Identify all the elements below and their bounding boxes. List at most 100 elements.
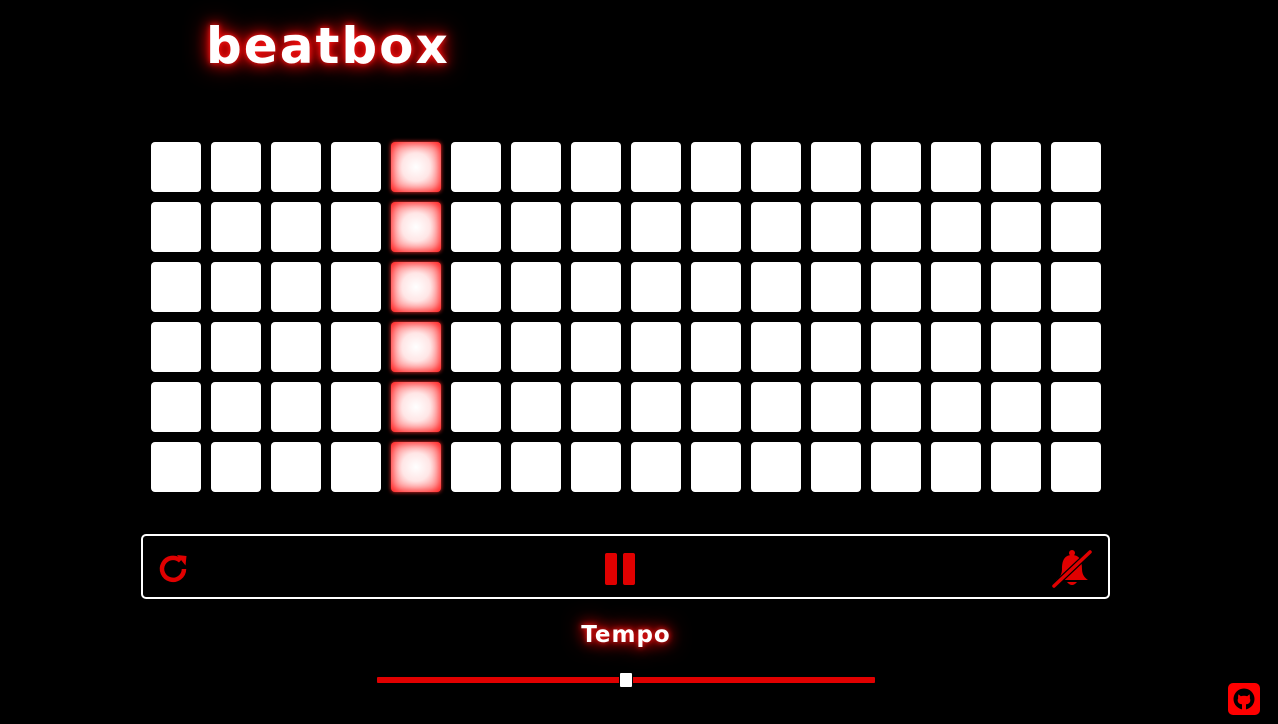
sequencer-pad[interactable] [391,382,441,432]
sequencer-pad[interactable] [571,322,621,372]
sequencer-pad[interactable] [331,142,381,192]
sequencer-pad[interactable] [931,142,981,192]
tempo-slider-thumb[interactable] [619,672,633,688]
reset-button[interactable] [157,552,191,586]
sequencer-pad[interactable] [871,142,921,192]
sequencer-pad[interactable] [271,262,321,312]
sequencer-pad[interactable] [271,382,321,432]
sequencer-pad[interactable] [931,262,981,312]
sequencer-pad[interactable] [751,442,801,492]
sequencer-pad[interactable] [331,382,381,432]
sequencer-pad[interactable] [811,322,861,372]
sequencer-pad[interactable] [571,262,621,312]
sequencer-pad[interactable] [451,262,501,312]
sequencer-pad[interactable] [391,202,441,252]
tempo-slider[interactable] [377,670,875,690]
sequencer-pad[interactable] [511,142,561,192]
sequencer-pad[interactable] [211,442,261,492]
sequencer-pad[interactable] [811,202,861,252]
sequencer-pad[interactable] [331,262,381,312]
sequencer-pad[interactable] [691,382,741,432]
sequencer-pad[interactable] [331,322,381,372]
sequencer-pad[interactable] [871,262,921,312]
sequencer-pad[interactable] [151,322,201,372]
sequencer-pad[interactable] [991,442,1041,492]
sequencer-pad[interactable] [211,382,261,432]
sequencer-pad[interactable] [1051,382,1101,432]
sequencer-pad[interactable] [931,382,981,432]
sequencer-pad[interactable] [691,322,741,372]
sequencer-pad[interactable] [571,202,621,252]
sequencer-pad[interactable] [271,322,321,372]
sequencer-pad[interactable] [151,262,201,312]
sequencer-pad[interactable] [451,442,501,492]
sequencer-pad[interactable] [991,382,1041,432]
sequencer-pad[interactable] [451,382,501,432]
sequencer-pad[interactable] [211,322,261,372]
sequencer-pad[interactable] [991,262,1041,312]
sequencer-pad[interactable] [871,322,921,372]
pause-button[interactable] [604,553,638,585]
sequencer-pad[interactable] [631,142,681,192]
sequencer-pad[interactable] [751,142,801,192]
sequencer-pad[interactable] [391,322,441,372]
sequencer-pad[interactable] [571,382,621,432]
sequencer-pad[interactable] [631,202,681,252]
mute-button[interactable] [1050,549,1094,589]
sequencer-pad[interactable] [751,262,801,312]
sequencer-pad[interactable] [391,142,441,192]
sequencer-pad[interactable] [871,442,921,492]
sequencer-pad[interactable] [1051,442,1101,492]
sequencer-pad[interactable] [271,442,321,492]
github-link[interactable] [1228,683,1260,715]
sequencer-pad[interactable] [1051,202,1101,252]
sequencer-pad[interactable] [811,382,861,432]
sequencer-pad[interactable] [391,442,441,492]
sequencer-pad[interactable] [931,442,981,492]
sequencer-pad[interactable] [631,322,681,372]
sequencer-pad[interactable] [1051,262,1101,312]
sequencer-pad[interactable] [991,322,1041,372]
sequencer-pad[interactable] [151,382,201,432]
sequencer-pad[interactable] [871,202,921,252]
sequencer-pad[interactable] [631,442,681,492]
sequencer-pad[interactable] [511,262,561,312]
sequencer-pad[interactable] [511,382,561,432]
sequencer-pad[interactable] [691,262,741,312]
sequencer-pad[interactable] [811,262,861,312]
sequencer-pad[interactable] [871,382,921,432]
sequencer-pad[interactable] [511,322,561,372]
sequencer-pad[interactable] [331,202,381,252]
sequencer-pad[interactable] [751,202,801,252]
sequencer-pad[interactable] [391,262,441,312]
sequencer-pad[interactable] [811,442,861,492]
sequencer-pad[interactable] [751,322,801,372]
sequencer-pad[interactable] [631,382,681,432]
sequencer-pad[interactable] [511,442,561,492]
sequencer-pad[interactable] [691,142,741,192]
sequencer-pad[interactable] [1051,142,1101,192]
sequencer-pad[interactable] [211,142,261,192]
sequencer-pad[interactable] [691,202,741,252]
sequencer-pad[interactable] [451,322,501,372]
sequencer-pad[interactable] [211,202,261,252]
sequencer-pad[interactable] [751,382,801,432]
sequencer-pad[interactable] [1051,322,1101,372]
sequencer-pad[interactable] [151,142,201,192]
sequencer-pad[interactable] [151,442,201,492]
sequencer-pad[interactable] [571,142,621,192]
sequencer-pad[interactable] [991,142,1041,192]
sequencer-pad[interactable] [211,262,261,312]
sequencer-pad[interactable] [451,202,501,252]
sequencer-pad[interactable] [691,442,741,492]
sequencer-pad[interactable] [271,142,321,192]
sequencer-pad[interactable] [331,442,381,492]
sequencer-pad[interactable] [151,202,201,252]
sequencer-pad[interactable] [451,142,501,192]
sequencer-pad[interactable] [991,202,1041,252]
sequencer-pad[interactable] [271,202,321,252]
sequencer-pad[interactable] [931,202,981,252]
sequencer-pad[interactable] [931,322,981,372]
sequencer-pad[interactable] [511,202,561,252]
sequencer-pad[interactable] [631,262,681,312]
